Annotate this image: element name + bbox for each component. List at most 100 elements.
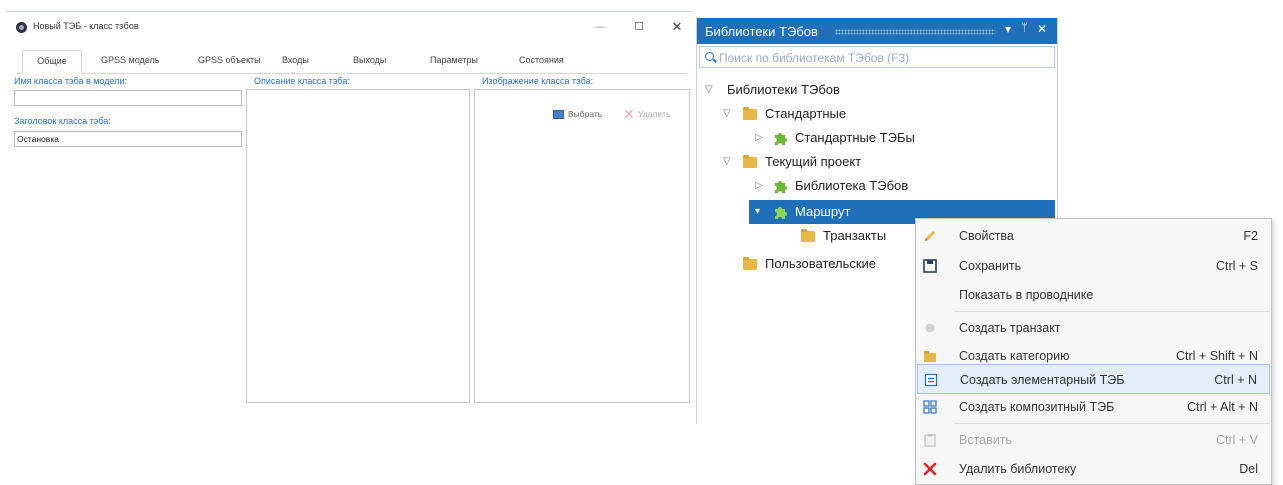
menu-item-properties[interactable]: Свойства F2 bbox=[917, 221, 1270, 251]
image-panel bbox=[474, 89, 690, 403]
pane-dropdown-icon[interactable]: ▾ bbox=[1005, 22, 1011, 36]
tree-item-label: Стандартные ТЭБы bbox=[795, 130, 915, 145]
folder-icon bbox=[743, 257, 757, 270]
menu-item-shortcut: Ctrl + Alt + N bbox=[1187, 400, 1258, 414]
menu-item-shortcut: Ctrl + Shift + N bbox=[1176, 349, 1258, 363]
paste-icon bbox=[924, 434, 936, 447]
description-label: Описание класса тэба: bbox=[254, 76, 350, 86]
maximize-button[interactable]: ☐ bbox=[631, 19, 647, 35]
select-image-button[interactable]: Выбрать bbox=[568, 109, 602, 119]
screen: Новый ТЭБ - класс тэбов — ☐ ✕ Общие GPSS… bbox=[0, 0, 1283, 485]
collapse-arrow-icon[interactable]: ▽ bbox=[723, 156, 731, 167]
library-search bbox=[699, 46, 1055, 68]
tab-outputs[interactable]: Выходы bbox=[353, 55, 386, 65]
pane-close-icon[interactable]: ✕ bbox=[1037, 22, 1047, 36]
menu-separator bbox=[954, 423, 1270, 424]
tab-states[interactable]: Состояния bbox=[519, 55, 564, 65]
folder-icon bbox=[743, 155, 757, 168]
library-pane-header: Библиотеки ТЭбов ▾ ᛘ ✕ bbox=[697, 18, 1057, 44]
save-icon bbox=[923, 259, 937, 273]
close-button[interactable]: ✕ bbox=[669, 19, 685, 35]
menu-item-label: Создать транзакт bbox=[959, 321, 1061, 335]
context-menu: Свойства F2 Сохранить Ctrl + S Показать … bbox=[915, 218, 1272, 485]
tab-gpss-objects[interactable]: GPSS объекты bbox=[198, 55, 261, 65]
library-search-input[interactable] bbox=[719, 50, 1049, 65]
tree-item-root[interactable]: ▽ Библиотеки ТЭбов bbox=[703, 78, 1043, 102]
menu-item-label: Показать в проводнике bbox=[959, 288, 1094, 302]
tree-item-transacts[interactable]: Транзакты bbox=[703, 224, 923, 248]
delete-image-icon: ✕ bbox=[623, 106, 635, 122]
image-label: Изображение класса тэба: bbox=[482, 76, 594, 86]
menu-item-delete-library[interactable]: Удалить библиотеку Del bbox=[917, 454, 1270, 484]
app-icon bbox=[16, 22, 27, 33]
library-pane-title: Библиотеки ТЭбов bbox=[705, 24, 818, 39]
tree-item-standard[interactable]: ▽ Стандартные bbox=[703, 102, 1043, 126]
tree-item-label: Транзакты bbox=[823, 228, 887, 243]
menu-item-shortcut: Ctrl + V bbox=[1215, 433, 1258, 447]
tree-item-teb-library[interactable]: ▷ Библиотека ТЭбов bbox=[703, 174, 1043, 198]
menu-item-paste[interactable]: Вставить Ctrl + V bbox=[917, 425, 1270, 455]
tree-item-label: Пользовательские bbox=[765, 256, 877, 271]
expand-arrow-icon[interactable]: ▷ bbox=[755, 132, 763, 143]
tree-item-label: Текущий проект bbox=[765, 154, 862, 169]
menu-item-shortcut: Del bbox=[1239, 462, 1258, 476]
window-title: Новый ТЭБ - класс тэбов bbox=[33, 21, 139, 31]
collapse-arrow-icon[interactable]: ▾ bbox=[755, 206, 760, 217]
teb-library-icon bbox=[775, 133, 787, 145]
menu-item-create-composite-teb[interactable]: Создать композитный ТЭБ Ctrl + Alt + N bbox=[917, 392, 1270, 422]
menu-item-label: Создать элементарный ТЭБ bbox=[960, 373, 1125, 387]
menu-item-shortcut: Ctrl + S bbox=[1215, 259, 1258, 273]
teb-library-icon bbox=[775, 181, 787, 193]
composite-teb-icon bbox=[923, 400, 937, 414]
collapse-arrow-icon[interactable]: ▽ bbox=[705, 84, 713, 95]
menu-item-show-in-explorer[interactable]: Показать в проводнике bbox=[917, 280, 1270, 310]
minimize-button[interactable]: — bbox=[592, 19, 608, 35]
transact-icon bbox=[925, 323, 935, 333]
tab-inputs[interactable]: Входы bbox=[282, 55, 309, 65]
tree-item-current-project[interactable]: ▽ Текущий проект bbox=[703, 150, 1043, 174]
tree-item-label: Стандартные bbox=[765, 106, 847, 121]
folder-icon bbox=[924, 351, 936, 362]
header-field[interactable]: Остановка bbox=[14, 131, 242, 147]
class-name-field[interactable] bbox=[14, 90, 242, 106]
tree-item-label: Библиотеки ТЭбов bbox=[727, 82, 840, 97]
menu-item-shortcut: Ctrl + N bbox=[1214, 373, 1257, 387]
menu-item-label: Удалить библиотеку bbox=[959, 462, 1077, 476]
menu-separator bbox=[954, 311, 1270, 312]
select-image-icon bbox=[553, 110, 564, 119]
menu-item-label: Создать категорию bbox=[959, 349, 1070, 363]
pin-icon[interactable]: ᛘ bbox=[1021, 22, 1028, 34]
menu-item-save[interactable]: Сохранить Ctrl + S bbox=[917, 251, 1270, 281]
menu-item-create-transact[interactable]: Создать транзакт bbox=[917, 313, 1270, 343]
description-textarea[interactable] bbox=[246, 89, 470, 403]
class-name-label: Имя класса тэба в модели: bbox=[14, 76, 128, 86]
tab-general[interactable]: Общие bbox=[22, 50, 82, 74]
teb-class-window: Новый ТЭБ - класс тэбов — ☐ ✕ Общие GPSS… bbox=[6, 11, 694, 429]
folder-icon bbox=[801, 229, 815, 242]
drag-grip[interactable] bbox=[835, 29, 995, 35]
search-icon bbox=[705, 52, 714, 61]
elementary-teb-icon bbox=[924, 373, 938, 387]
menu-item-label: Сохранить bbox=[959, 259, 1022, 273]
tab-gpss-model[interactable]: GPSS модель bbox=[101, 55, 159, 65]
tree-item-label: Библиотека ТЭбов bbox=[795, 178, 909, 193]
teb-library-icon bbox=[775, 207, 787, 219]
tab-bar: Общие GPSS модель GPSS объекты Входы Вых… bbox=[16, 50, 686, 74]
tab-parameters[interactable]: Параметры bbox=[430, 55, 478, 65]
menu-item-label: Вставить bbox=[959, 433, 1012, 447]
pencil-icon bbox=[925, 231, 935, 241]
expand-arrow-icon[interactable]: ▷ bbox=[755, 180, 763, 191]
collapse-arrow-icon[interactable]: ▽ bbox=[723, 108, 731, 119]
delete-icon bbox=[923, 462, 937, 476]
menu-item-shortcut: F2 bbox=[1243, 229, 1258, 243]
folder-icon bbox=[743, 107, 757, 120]
window-titlebar: Новый ТЭБ - класс тэбов — ☐ ✕ bbox=[6, 12, 694, 42]
menu-item-label: Свойства bbox=[959, 229, 1014, 243]
tree-item-standard-tebs[interactable]: ▷ Стандартные ТЭБы bbox=[703, 126, 1043, 150]
header-label: Заголовок класса тэба: bbox=[14, 116, 111, 126]
menu-item-label: Создать композитный ТЭБ bbox=[959, 400, 1115, 414]
tree-item-user[interactable]: Пользовательские bbox=[703, 252, 923, 276]
tree-item-label: Маршрут bbox=[795, 204, 851, 219]
menu-item-create-elementary-teb[interactable]: Создать элементарный ТЭБ Ctrl + N bbox=[917, 364, 1270, 394]
delete-image-button[interactable]: Удалить bbox=[638, 109, 670, 119]
